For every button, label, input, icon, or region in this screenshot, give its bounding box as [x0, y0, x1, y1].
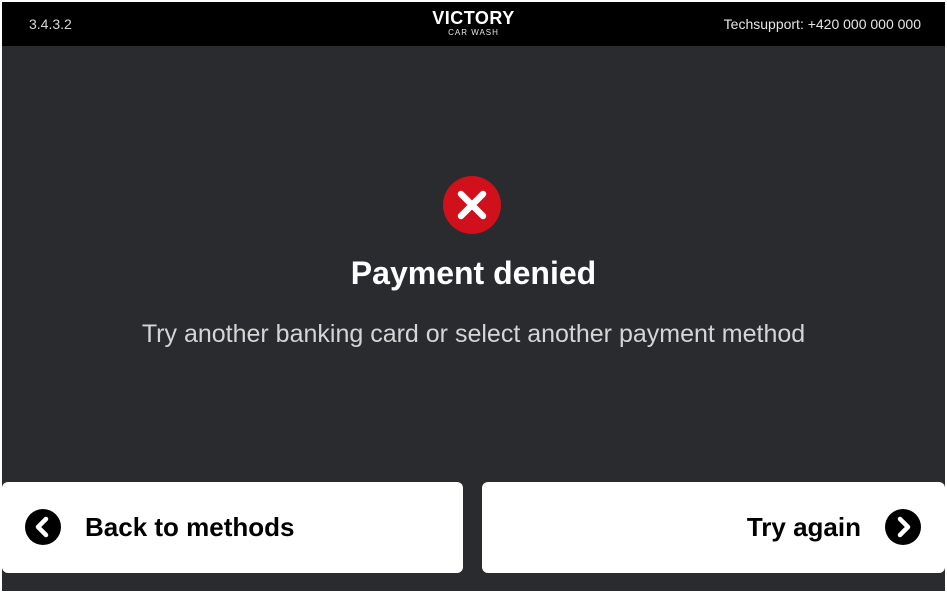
try-again-button[interactable]: Try again: [482, 482, 945, 573]
try-again-label: Try again: [746, 512, 861, 542]
status-message: Try another banking card or select anoth…: [141, 320, 806, 348]
back-button-label: Back to methods: [85, 512, 295, 542]
techsupport-label: Techsupport: +420 000 000 000: [723, 16, 921, 32]
page-title: Payment denied: [350, 255, 597, 291]
back-to-methods-button[interactable]: Back to methods: [2, 482, 463, 573]
payment-screen: 3.4.3.2 VICTORY CAR WASH Techsupport: +4…: [2, 2, 945, 591]
chevron-left-circle-icon: [25, 509, 61, 545]
top-bar: 3.4.3.2 VICTORY CAR WASH Techsupport: +4…: [2, 2, 945, 46]
error-x-icon: [443, 176, 501, 234]
chevron-right-circle-icon: [885, 509, 921, 545]
